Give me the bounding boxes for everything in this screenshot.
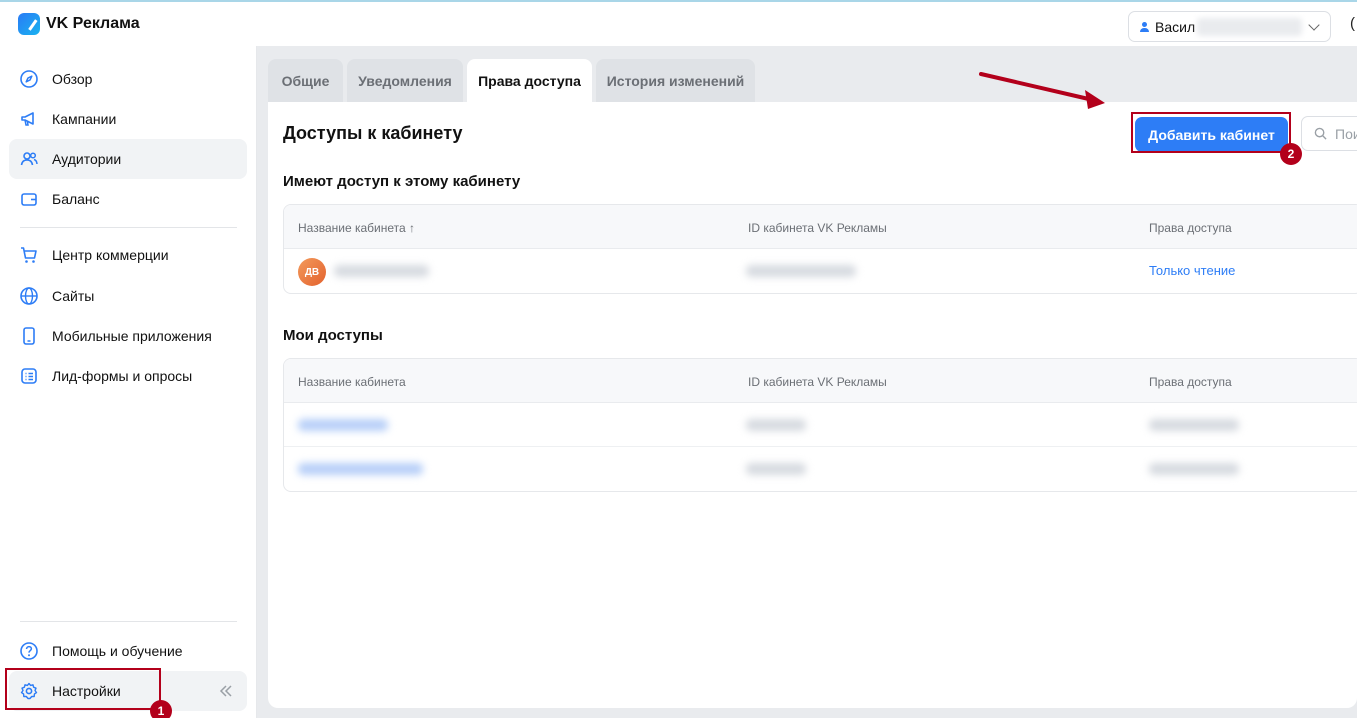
sidebar-item-sites[interactable]: Сайты: [9, 276, 247, 316]
sidebar: Обзор Кампании Аудитории Баланс Центр ко…: [0, 46, 257, 718]
tab-notifications[interactable]: Уведомления: [347, 59, 463, 102]
chevron-down-icon: [1308, 19, 1320, 31]
table-header: Название кабинета ID кабинета VK Рекламы…: [284, 359, 1357, 403]
column-header-cabinet-name: Название кабинета: [298, 375, 406, 389]
globe-icon: [19, 286, 39, 306]
sidebar-item-overview[interactable]: Обзор: [9, 59, 247, 99]
section-title-have-access: Имеют доступ к этому кабинету: [283, 173, 521, 190]
table-header: Название кабинета ↑ ID кабинета VK Рекла…: [284, 205, 1357, 249]
highlight-add-cabinet: [1131, 112, 1291, 153]
collapse-sidebar-icon[interactable]: [218, 683, 234, 699]
my-access-table: Название кабинета ID кабинета VK Рекламы…: [283, 358, 1357, 492]
vk-ads-logo-icon: [18, 13, 40, 35]
account-name: Васил: [1155, 18, 1196, 35]
tab-general[interactable]: Общие: [268, 59, 343, 102]
section-title-my-access: Мои доступы: [283, 327, 383, 344]
sidebar-item-label: Лид-формы и опросы: [52, 368, 193, 384]
users-icon: [19, 149, 39, 169]
sidebar-item-label: Мобильные приложения: [52, 328, 212, 344]
search-placeholder: Пои: [1335, 125, 1357, 142]
redacted-cabinet-name: [298, 463, 423, 475]
redacted-cabinet-id: [746, 265, 856, 277]
column-header-access-rights: Права доступа: [1149, 221, 1232, 235]
column-header-cabinet-name[interactable]: Название кабинета ↑: [298, 221, 415, 235]
search-input[interactable]: Пои: [1301, 116, 1357, 151]
sort-asc-icon: ↑: [409, 221, 416, 235]
have-access-table: Название кабинета ↑ ID кабинета VK Рекла…: [283, 204, 1357, 294]
table-row[interactable]: ДВ Только чтение: [284, 249, 1357, 293]
sidebar-item-help[interactable]: Помощь и обучение: [9, 631, 247, 671]
tab-change-history[interactable]: История изменений: [596, 59, 755, 102]
sidebar-item-audiences[interactable]: Аудитории: [9, 139, 247, 179]
step-marker-2: 2: [1280, 143, 1302, 165]
compass-icon: [19, 69, 39, 89]
list-icon: [19, 366, 39, 386]
column-header-access-rights: Права доступа: [1149, 375, 1232, 389]
sidebar-item-label: Аудитории: [52, 151, 122, 167]
table-row[interactable]: [284, 447, 1357, 491]
tab-access-rights[interactable]: Права доступа: [467, 59, 592, 102]
sidebar-divider: [20, 621, 237, 622]
sidebar-item-label: Кампании: [52, 111, 117, 127]
sidebar-item-campaigns[interactable]: Кампании: [9, 99, 247, 139]
user-icon: [1140, 21, 1149, 32]
redacted-cabinet-name: [298, 419, 388, 431]
sidebar-item-label: Помощь и обучение: [52, 643, 183, 659]
sidebar-item-commerce-center[interactable]: Центр коммерции: [9, 235, 247, 275]
sidebar-item-label: Сайты: [52, 288, 95, 304]
phone-icon: [19, 326, 39, 346]
highlight-settings: [5, 668, 161, 710]
redacted-access-rights: [1149, 463, 1239, 475]
access-level-link[interactable]: Только чтение: [1149, 263, 1235, 278]
cart-icon: [19, 245, 39, 265]
wallet-icon: [19, 189, 39, 209]
redacted-cabinet-id: [746, 463, 806, 475]
access-rights-panel: Доступы к кабинету Добавить кабинет Пои …: [268, 102, 1357, 708]
sidebar-item-balance[interactable]: Баланс: [9, 179, 247, 219]
redacted-cabinet-id: [746, 419, 806, 431]
account-switcher[interactable]: Васил: [1128, 11, 1331, 42]
sidebar-item-mobile-apps[interactable]: Мобильные приложения: [9, 316, 247, 356]
redacted-cabinet-name: [334, 265, 429, 277]
topbar-cut-off-item[interactable]: (: [1350, 15, 1355, 32]
top-bar: VK Реклама Васил (: [0, 0, 1357, 46]
sidebar-item-lead-forms[interactable]: Лид-формы и опросы: [9, 356, 247, 396]
megaphone-icon: [19, 109, 39, 129]
sidebar-item-label: Обзор: [52, 71, 93, 87]
page-title: Доступы к кабинету: [283, 123, 463, 143]
annotation-arrow-icon: [979, 72, 1105, 109]
redacted-access-rights: [1149, 419, 1239, 431]
table-row[interactable]: [284, 403, 1357, 447]
account-name-redacted: [1197, 17, 1303, 36]
help-icon: [19, 641, 39, 661]
step-marker-1: 1: [150, 700, 172, 718]
search-icon: [1314, 127, 1327, 140]
sidebar-item-label: Центр коммерции: [52, 247, 169, 263]
sidebar-divider: [20, 227, 237, 228]
column-header-cabinet-id: ID кабинета VK Рекламы: [748, 221, 887, 235]
logo-text: VK Реклама: [46, 15, 140, 32]
sidebar-item-label: Баланс: [52, 191, 100, 207]
logo[interactable]: VK Реклама: [18, 13, 140, 35]
column-header-cabinet-id: ID кабинета VK Рекламы: [748, 375, 887, 389]
avatar: ДВ: [298, 258, 326, 286]
